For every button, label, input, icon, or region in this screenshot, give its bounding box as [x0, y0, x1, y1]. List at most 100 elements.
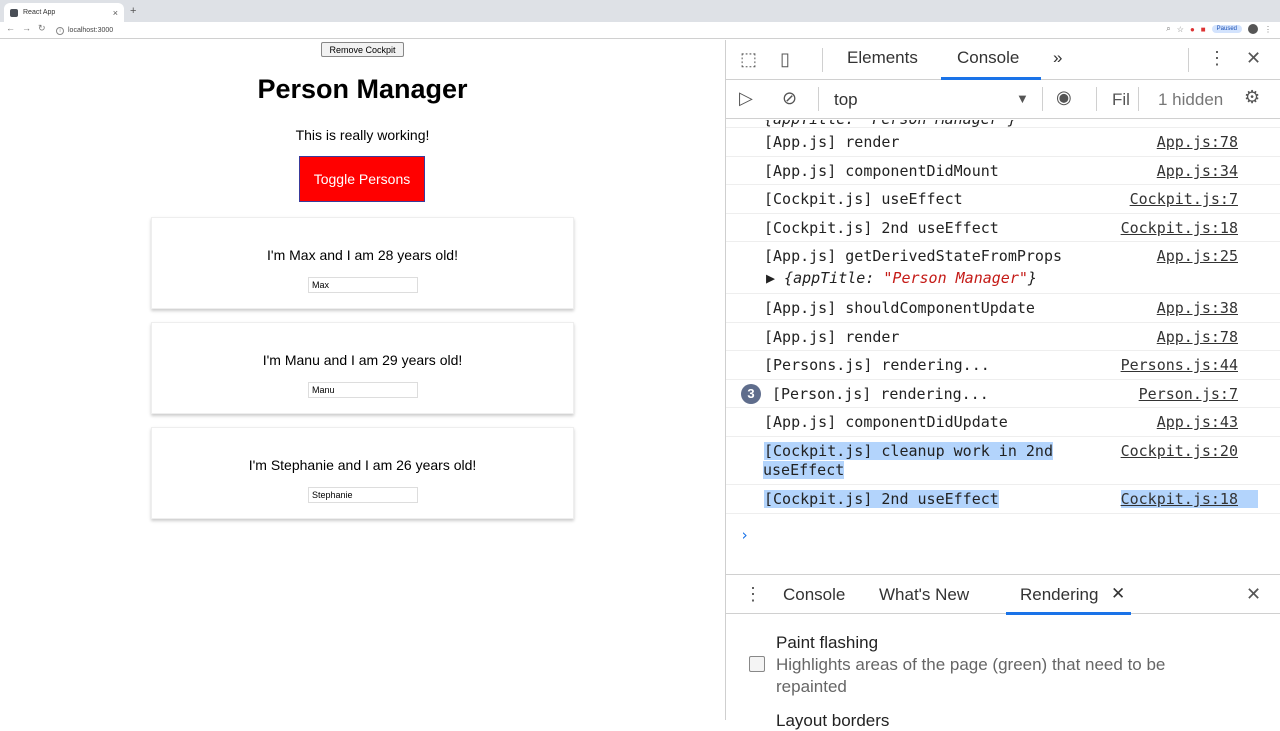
object-preview[interactable]: ▶ {appTitle: "Person Manager"}	[766, 269, 1037, 287]
separator	[1188, 48, 1189, 72]
log-source-link[interactable]: Person.js:7	[1139, 385, 1238, 403]
separator	[1042, 87, 1043, 111]
browser-toolbar: ← → ↻ i localhost:3000 ⌕ ☆ ● ■ Paused ⋮	[0, 22, 1280, 39]
person-name-input[interactable]	[308, 487, 418, 503]
log-message: [App.js] render	[764, 133, 900, 151]
close-tab-icon[interactable]: ✕	[1111, 584, 1125, 604]
person-text[interactable]: I'm Stephanie and I am 26 years old!	[152, 457, 573, 473]
drawer-tab-rendering[interactable]: Rendering	[1020, 585, 1098, 605]
hidden-count-badge[interactable]: 1 hidden	[1158, 90, 1223, 110]
forward-icon[interactable]: →	[22, 23, 31, 33]
log-source-link[interactable]: Cockpit.js:18	[1121, 219, 1238, 237]
rendering-panel: Paint flashing Highlights areas of the p…	[726, 615, 1280, 730]
new-tab-button[interactable]: +	[130, 5, 136, 17]
back-icon[interactable]: ←	[6, 23, 15, 33]
tab-close-icon[interactable]: ×	[113, 8, 118, 18]
show-sidebar-icon[interactable]: ▷	[739, 88, 753, 109]
toggle-persons-button[interactable]: Toggle Persons	[299, 156, 425, 202]
tab-elements[interactable]: Elements	[847, 48, 918, 68]
live-expression-eye-icon[interactable]: ◉	[1056, 87, 1072, 108]
devtools-tabbar: ⬚ ▯ Elements Console » ⋮ ✕	[726, 40, 1280, 80]
page-subtitle: This is really working!	[295, 127, 430, 143]
separator	[1096, 87, 1097, 111]
profile-paused-badge[interactable]: Paused	[1211, 25, 1242, 33]
remove-cockpit-button[interactable]: Remove Cockpit	[321, 42, 404, 57]
paint-flashing-description: Highlights areas of the page (green) tha…	[776, 655, 1166, 696]
log-row: [Cockpit.js] 2nd useEffect Cockpit.js:18	[726, 214, 1280, 242]
log-source-link[interactable]: Cockpit.js:20	[1121, 442, 1238, 460]
log-row: [App.js] render App.js:78	[726, 323, 1280, 351]
log-source-link[interactable]: App.js:78	[1157, 328, 1238, 346]
log-row: [App.js] componentDidUpdate App.js:43	[726, 408, 1280, 437]
object-preview[interactable]: {appTitle: "Person Manager"}	[764, 120, 1017, 128]
clear-console-icon[interactable]: ⊘	[782, 88, 797, 109]
console-output: {appTitle: "Person Manager"} [App.js] re…	[726, 120, 1280, 572]
log-message-continuation: useEffect	[763, 461, 845, 479]
person-text[interactable]: I'm Manu and I am 29 years old!	[152, 352, 573, 368]
avatar[interactable]	[1248, 24, 1258, 34]
person-text[interactable]: I'm Max and I am 28 years old!	[152, 247, 573, 263]
kebab-menu-icon[interactable]: ⋮	[1208, 48, 1226, 69]
log-row-partial: {appTitle: "Person Manager"}	[726, 120, 1280, 128]
person-card: I'm Stephanie and I am 26 years old!	[151, 427, 574, 519]
log-source-link[interactable]: App.js:34	[1157, 162, 1238, 180]
log-row: [Cockpit.js] useEffect Cockpit.js:7	[726, 185, 1280, 214]
repeat-count-badge: 3	[741, 384, 761, 404]
person-card: I'm Max and I am 28 years old!	[151, 217, 574, 309]
console-settings-gear-icon[interactable]: ⚙	[1244, 87, 1260, 108]
more-tabs-icon[interactable]: »	[1053, 48, 1062, 68]
person-name-input[interactable]	[308, 277, 418, 293]
separator	[818, 87, 819, 111]
log-source-link[interactable]: Cockpit.js:18	[1120, 490, 1258, 508]
extension-icon[interactable]: ●	[1190, 25, 1195, 34]
log-source-link[interactable]: App.js:43	[1157, 413, 1238, 431]
log-source-link[interactable]: App.js:25	[1157, 247, 1238, 265]
context-select[interactable]: top	[834, 90, 858, 110]
bookmark-star-icon[interactable]: ☆	[1177, 25, 1184, 34]
log-message: [Cockpit.js] useEffect	[764, 190, 963, 208]
log-message: [App.js] componentDidMount	[764, 162, 999, 180]
expand-triangle-icon[interactable]: ▶	[766, 269, 775, 287]
site-info-icon[interactable]: i	[56, 26, 64, 35]
console-prompt-icon[interactable]: ›	[740, 526, 749, 544]
close-drawer-icon[interactable]: ✕	[1246, 584, 1261, 605]
separator	[822, 48, 823, 72]
drawer-menu-icon[interactable]: ⋮	[744, 584, 762, 605]
person-name-input[interactable]	[308, 382, 418, 398]
log-row: [Cockpit.js] 2nd useEffect Cockpit.js:18	[726, 485, 1280, 514]
log-row: 3 [Person.js] rendering... Person.js:7	[726, 380, 1280, 408]
log-message: [Person.js] rendering...	[772, 385, 989, 403]
close-devtools-icon[interactable]: ✕	[1246, 48, 1261, 69]
filter-input[interactable]: Fil	[1112, 90, 1130, 110]
browser-tab[interactable]: React App ×	[4, 3, 124, 22]
log-message: [App.js] render	[764, 328, 900, 346]
reload-icon[interactable]: ↻	[38, 23, 46, 34]
log-message: [Persons.js] rendering...	[764, 356, 990, 374]
person-card: I'm Manu and I am 29 years old!	[151, 322, 574, 414]
inspect-element-icon[interactable]: ⬚	[740, 49, 757, 70]
log-row: [App.js] getDerivedStateFromProps App.js…	[726, 242, 1280, 294]
log-source-link[interactable]: Cockpit.js:7	[1130, 190, 1238, 208]
chevron-down-icon[interactable]: ▼	[1016, 91, 1029, 106]
log-source-link[interactable]: Persons.js:44	[1121, 356, 1238, 374]
menu-icon[interactable]: ⋮	[1264, 25, 1272, 34]
layout-borders-title: Layout borders	[776, 711, 890, 730]
app-page: Remove Cockpit Person Manager This is re…	[0, 40, 725, 720]
page-title: Person Manager	[257, 74, 468, 104]
log-row: [App.js] shouldComponentUpdate App.js:38	[726, 294, 1280, 323]
drawer-tab-console[interactable]: Console	[783, 585, 845, 605]
log-source-link[interactable]: App.js:78	[1157, 133, 1238, 151]
address-bar[interactable]: i localhost:3000	[56, 24, 1136, 37]
tab-console[interactable]: Console	[957, 48, 1019, 68]
paint-flashing-title: Paint flashing	[776, 633, 879, 652]
zoom-icon[interactable]: ⌕	[1166, 24, 1170, 34]
device-toolbar-icon[interactable]: ▯	[780, 49, 790, 70]
url-text: localhost:3000	[68, 27, 114, 34]
paint-flashing-checkbox[interactable]	[749, 656, 765, 672]
extension-react-icon[interactable]: ■	[1201, 25, 1206, 34]
log-row: [Persons.js] rendering... Persons.js:44	[726, 351, 1280, 380]
separator	[1138, 87, 1139, 111]
log-source-link[interactable]: App.js:38	[1157, 299, 1238, 317]
drawer-tab-whats-new[interactable]: What's New	[879, 585, 969, 605]
console-toolbar: ▷ ⊘ top ▼ ◉ Fil 1 hidden ⚙	[726, 80, 1280, 119]
